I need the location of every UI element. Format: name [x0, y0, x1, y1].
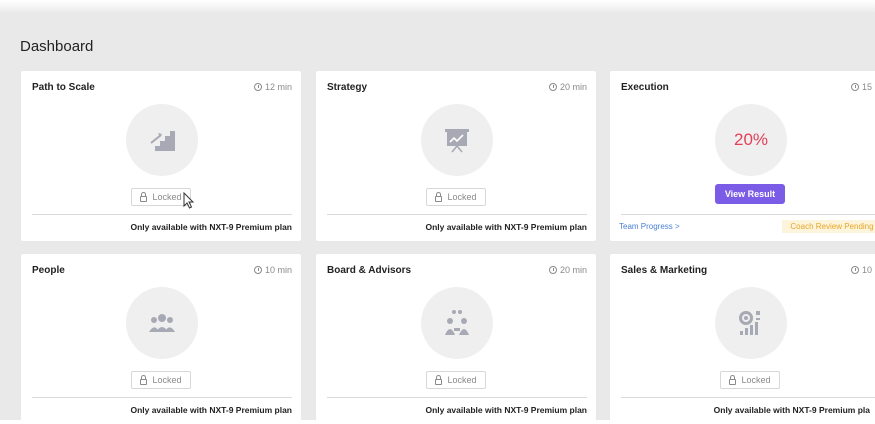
card-title: Sales & Marketing: [621, 265, 708, 276]
lock-icon: [435, 191, 443, 202]
lock-icon: [435, 374, 443, 385]
divider: [327, 397, 587, 398]
top-bar: [0, 0, 875, 12]
premium-note: Only available with NXT-9 Premium plan: [425, 222, 587, 232]
view-result-button[interactable]: View Result: [715, 184, 785, 204]
team-progress-link[interactable]: Team Progress >: [619, 222, 680, 231]
clock-icon: [253, 266, 262, 274]
duration-text: 10 mi: [861, 265, 875, 275]
locked-button[interactable]: Locked: [426, 188, 486, 206]
locked-label: Locked: [741, 375, 771, 385]
clock-icon: [253, 83, 262, 91]
duration-text: 12 min: [264, 82, 292, 92]
module-icon-circle: [421, 287, 493, 359]
module-icon-circle: [126, 104, 198, 176]
duration: 20 min: [548, 265, 587, 275]
premium-note: Only available with NXT-9 Premium plan: [130, 405, 292, 415]
duration: 10 mi: [850, 265, 875, 275]
duration-text: 20 min: [559, 82, 587, 92]
progress-circle: 20%: [715, 104, 787, 176]
module-card-people[interactable]: People 10 min Locked Only available with…: [21, 254, 301, 424]
divider: [621, 214, 875, 215]
duration: 12 min: [253, 82, 292, 92]
duration-text: 15 mi: [861, 82, 875, 92]
divider: [327, 214, 587, 215]
mouse-pointer-icon: [183, 192, 195, 209]
target-chart-icon: [739, 311, 760, 335]
card-title: Path to Scale: [32, 82, 95, 93]
clock-icon: [850, 266, 859, 274]
card-title: Execution: [621, 82, 669, 93]
locked-label: Locked: [152, 192, 182, 202]
clock-icon: [548, 266, 557, 274]
duration: 15 mi: [850, 82, 875, 92]
premium-note: Only available with NXT-9 Premium plan: [425, 405, 587, 415]
module-icon-circle: [715, 287, 787, 359]
module-icon-circle: [126, 287, 198, 359]
people-group-icon: [149, 314, 175, 332]
premium-note: Only available with NXT-9 Premium pla: [713, 405, 870, 415]
progress-percent: 20%: [733, 130, 769, 149]
locked-button[interactable]: Locked: [131, 188, 191, 206]
page-title: Dashboard: [20, 38, 94, 55]
locked-label: Locked: [447, 192, 477, 202]
locked-button[interactable]: Locked: [131, 371, 191, 389]
lock-icon: [140, 374, 148, 385]
lock-icon: [140, 191, 148, 202]
locked-label: Locked: [152, 375, 182, 385]
locked-button[interactable]: Locked: [720, 371, 780, 389]
module-card-path-to-scale[interactable]: Path to Scale 12 min Locked Only availab…: [21, 71, 301, 241]
duration: 20 min: [548, 82, 587, 92]
module-card-execution[interactable]: Execution 15 mi 20% View Result Team Pro…: [610, 71, 875, 241]
divider: [621, 397, 875, 398]
team-meeting-icon: [445, 310, 469, 335]
status-badge: Coach Review Pending: [782, 220, 875, 233]
card-title: Board & Advisors: [327, 265, 412, 276]
module-card-strategy[interactable]: Strategy 20 min Locked Only available wi…: [316, 71, 596, 241]
premium-note: Only available with NXT-9 Premium plan: [130, 222, 292, 232]
module-card-board-advisors[interactable]: Board & Advisors 20 min Locked Only avai…: [316, 254, 596, 424]
lock-icon: [729, 374, 737, 385]
duration-text: 10 min: [264, 265, 292, 275]
duration-text: 20 min: [559, 265, 587, 275]
locked-label: Locked: [447, 375, 477, 385]
module-card-sales-marketing[interactable]: Sales & Marketing 10 mi Locked Only avai…: [610, 254, 875, 424]
module-icon-circle: [421, 104, 493, 176]
divider: [32, 397, 292, 398]
clock-icon: [548, 83, 557, 91]
duration: 10 min: [253, 265, 292, 275]
card-title: Strategy: [327, 82, 368, 93]
presentation-board-icon: [445, 129, 469, 153]
card-title: People: [32, 265, 65, 276]
stairs-growth-icon: [149, 131, 175, 151]
locked-button[interactable]: Locked: [426, 371, 486, 389]
divider: [32, 214, 292, 215]
clock-icon: [850, 83, 859, 91]
